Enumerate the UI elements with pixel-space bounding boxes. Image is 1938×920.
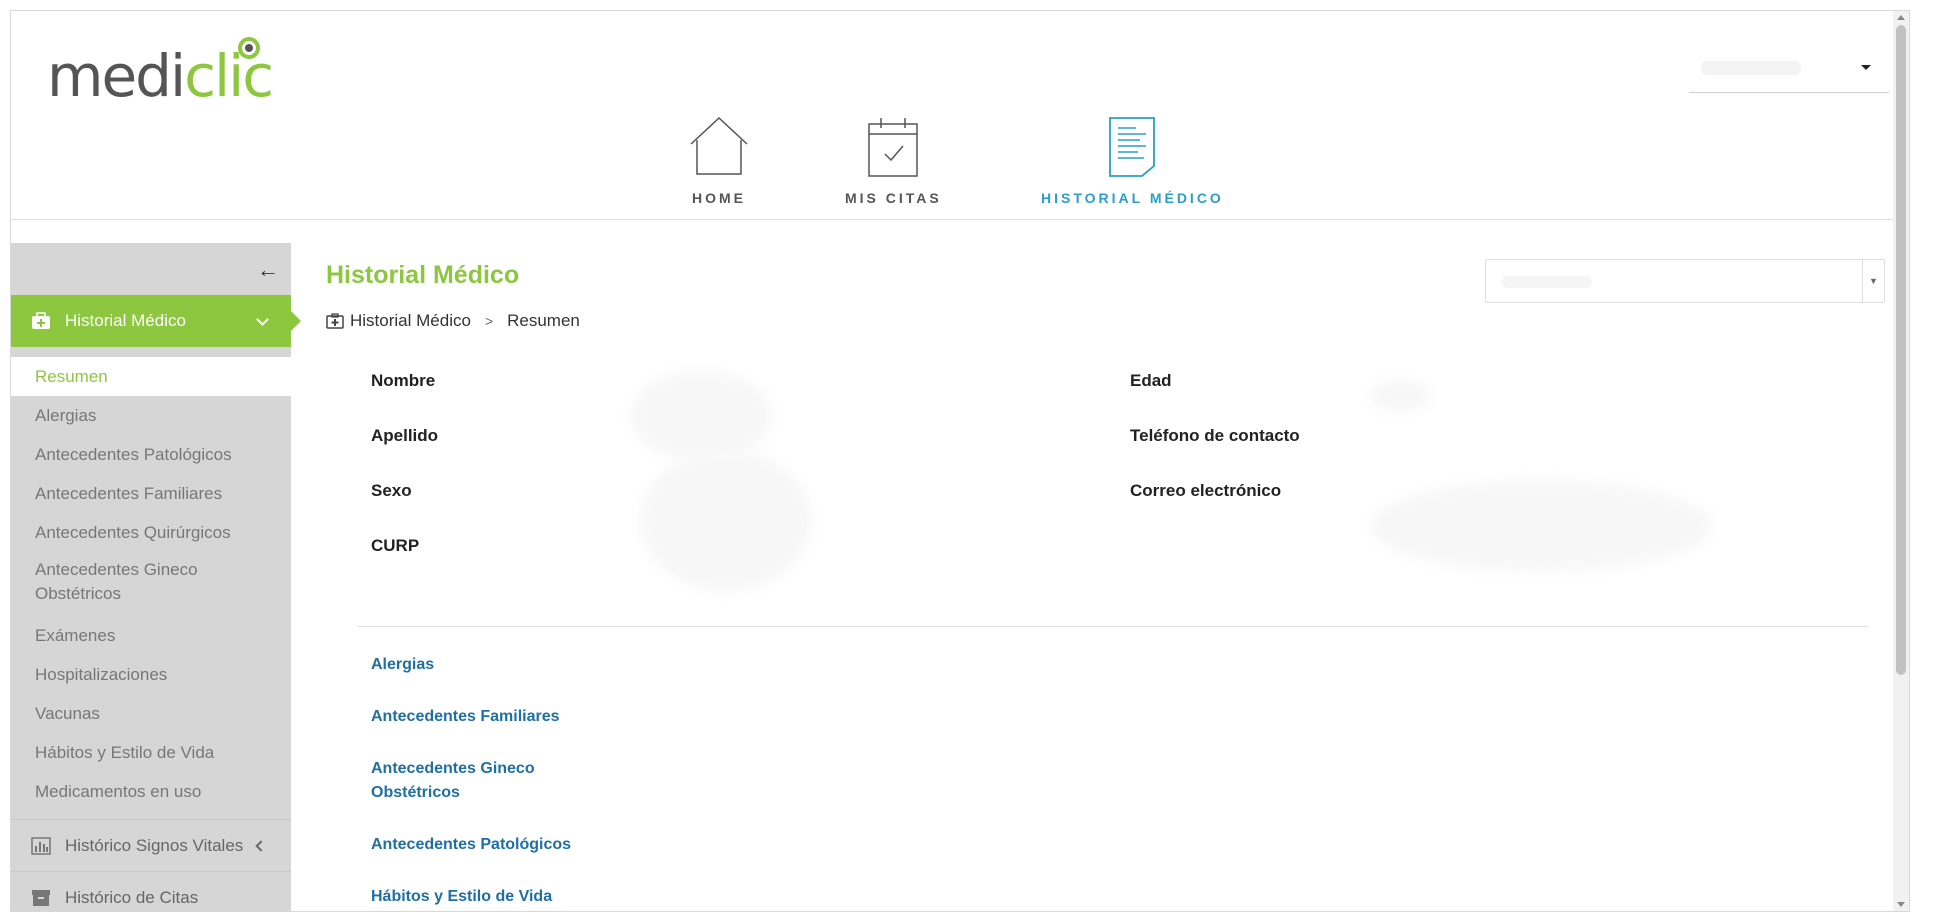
archive-icon xyxy=(32,889,50,906)
breadcrumb: Historial Médico > Resumen xyxy=(326,311,580,331)
label-edad: Edad xyxy=(1130,371,1172,390)
sidebar-section-signos-vitales[interactable]: Histórico Signos Vitales xyxy=(11,819,291,871)
sidebar-item-hospitalizaciones[interactable]: Hospitalizaciones xyxy=(11,655,291,694)
top-navigation: HOME MIS CITAS HISTORIAL MÉDICO xyxy=(11,116,1909,220)
arrow-left-icon[interactable]: ← xyxy=(257,257,279,283)
sidebar-item-antecedentes-gineco[interactable]: Antecedentes Gineco Obstétricos xyxy=(11,552,291,616)
breadcrumb-root[interactable]: Historial Médico xyxy=(350,311,471,331)
medical-case-icon xyxy=(32,312,50,329)
scroll-down-icon[interactable] xyxy=(1897,902,1905,907)
page-title: Historial Médico xyxy=(326,261,520,289)
sidebar-item-examenes[interactable]: Exámenes xyxy=(11,616,291,655)
app-window: medi clic HOME MIS CITAS HISTORIAL MÉDIC… xyxy=(10,10,1910,912)
user-name-redacted xyxy=(1701,61,1801,75)
logo-dot-icon xyxy=(238,37,261,59)
link-habitos[interactable]: Hábitos y Estilo de Vida xyxy=(371,885,671,909)
nav-home-label: HOME xyxy=(692,190,746,206)
link-antecedentes-familiares[interactable]: Antecedentes Familiares xyxy=(371,705,671,729)
sidebar-item-alergias[interactable]: Alergias xyxy=(11,396,291,435)
scroll-thumb[interactable] xyxy=(1896,25,1906,675)
sidebar-item-antecedentes-patologicos[interactable]: Antecedentes Patológicos xyxy=(11,435,291,474)
redacted-value xyxy=(1371,381,1431,411)
breadcrumb-separator: > xyxy=(484,313,494,329)
divider xyxy=(358,626,1868,627)
nav-mis-citas-label: MIS CITAS xyxy=(845,190,942,206)
label-apellido: Apellido xyxy=(371,426,439,445)
sidebar: ← Historial Médico Resumen Alergias Ante… xyxy=(11,243,301,911)
link-antecedentes-patologicos[interactable]: Antecedentes Patológicos xyxy=(371,833,671,857)
main-content: Historial Médico Historial Médico > Resu… xyxy=(291,243,1909,911)
sidebar-section-label: Historial Médico xyxy=(65,311,186,330)
patient-select[interactable]: ▼ xyxy=(1485,259,1885,303)
label-nombre: Nombre xyxy=(371,371,436,390)
link-alergias[interactable]: Alergias xyxy=(371,653,671,677)
redacted-value xyxy=(1371,481,1711,571)
nav-mis-citas[interactable]: MIS CITAS xyxy=(845,116,942,206)
dropdown-caret-icon[interactable]: ▼ xyxy=(1862,260,1884,302)
sidebar-item-habitos[interactable]: Hábitos y Estilo de Vida xyxy=(11,733,291,772)
summary-links: Alergias Antecedentes Familiares Anteced… xyxy=(371,653,671,911)
sidebar-item-resumen[interactable]: Resumen xyxy=(11,357,291,396)
nav-historial-medico-label: HISTORIAL MÉDICO xyxy=(1041,190,1224,206)
vertical-scrollbar[interactable] xyxy=(1893,11,1909,911)
sidebar-section-signos-label: Histórico Signos Vitales xyxy=(65,835,244,855)
home-icon xyxy=(690,116,748,175)
redacted-value xyxy=(631,371,771,461)
label-telefono: Teléfono de contacto xyxy=(1130,426,1300,445)
redacted-value xyxy=(641,451,811,591)
sidebar-item-antecedentes-familiares[interactable]: Antecedentes Familiares xyxy=(11,474,291,513)
patient-info: Nombre Apellido Sexo CURP Edad Teléfono … xyxy=(371,371,1871,601)
nav-historial-medico[interactable]: HISTORIAL MÉDICO xyxy=(1041,116,1224,206)
sidebar-item-medicamentos[interactable]: Medicamentos en uso xyxy=(11,772,291,811)
sidebar-collapse-row: ← xyxy=(11,243,291,295)
scroll-up-icon[interactable] xyxy=(1897,15,1905,20)
mediclic-logo[interactable]: medi clic xyxy=(47,33,274,110)
sidebar-item-antecedentes-quirurgicos[interactable]: Antecedentes Quirúrgicos xyxy=(11,513,291,552)
sidebar-section-historico-citas[interactable]: Histórico de Citas xyxy=(11,871,291,911)
calendar-check-icon xyxy=(868,118,919,177)
logo-text-medi: medi xyxy=(47,42,186,110)
document-icon xyxy=(1109,117,1156,177)
sidebar-section-citas-label: Histórico de Citas xyxy=(65,887,199,907)
sidebar-sub-list: Resumen Alergias Antecedentes Patológico… xyxy=(11,357,291,811)
chevron-down-icon xyxy=(256,313,269,326)
sidebar-section-historial-medico[interactable]: Historial Médico xyxy=(11,295,301,347)
logo-text-clic: clic xyxy=(184,37,274,105)
chevron-left-icon xyxy=(255,840,267,852)
label-curp: CURP xyxy=(371,536,420,555)
patient-select-value-redacted xyxy=(1502,276,1592,288)
label-correo: Correo electrónico xyxy=(1130,481,1282,500)
medical-case-icon xyxy=(326,313,344,329)
link-antecedentes-gineco[interactable]: Antecedentes Gineco Obstétricos xyxy=(371,757,571,805)
breadcrumb-current: Resumen xyxy=(507,311,580,330)
bar-chart-icon xyxy=(31,836,51,855)
nav-home[interactable]: HOME xyxy=(687,116,751,206)
caret-down-icon xyxy=(1861,65,1871,70)
sidebar-item-vacunas[interactable]: Vacunas xyxy=(11,694,291,733)
label-sexo: Sexo xyxy=(371,481,412,500)
user-menu-dropdown[interactable] xyxy=(1689,47,1889,93)
